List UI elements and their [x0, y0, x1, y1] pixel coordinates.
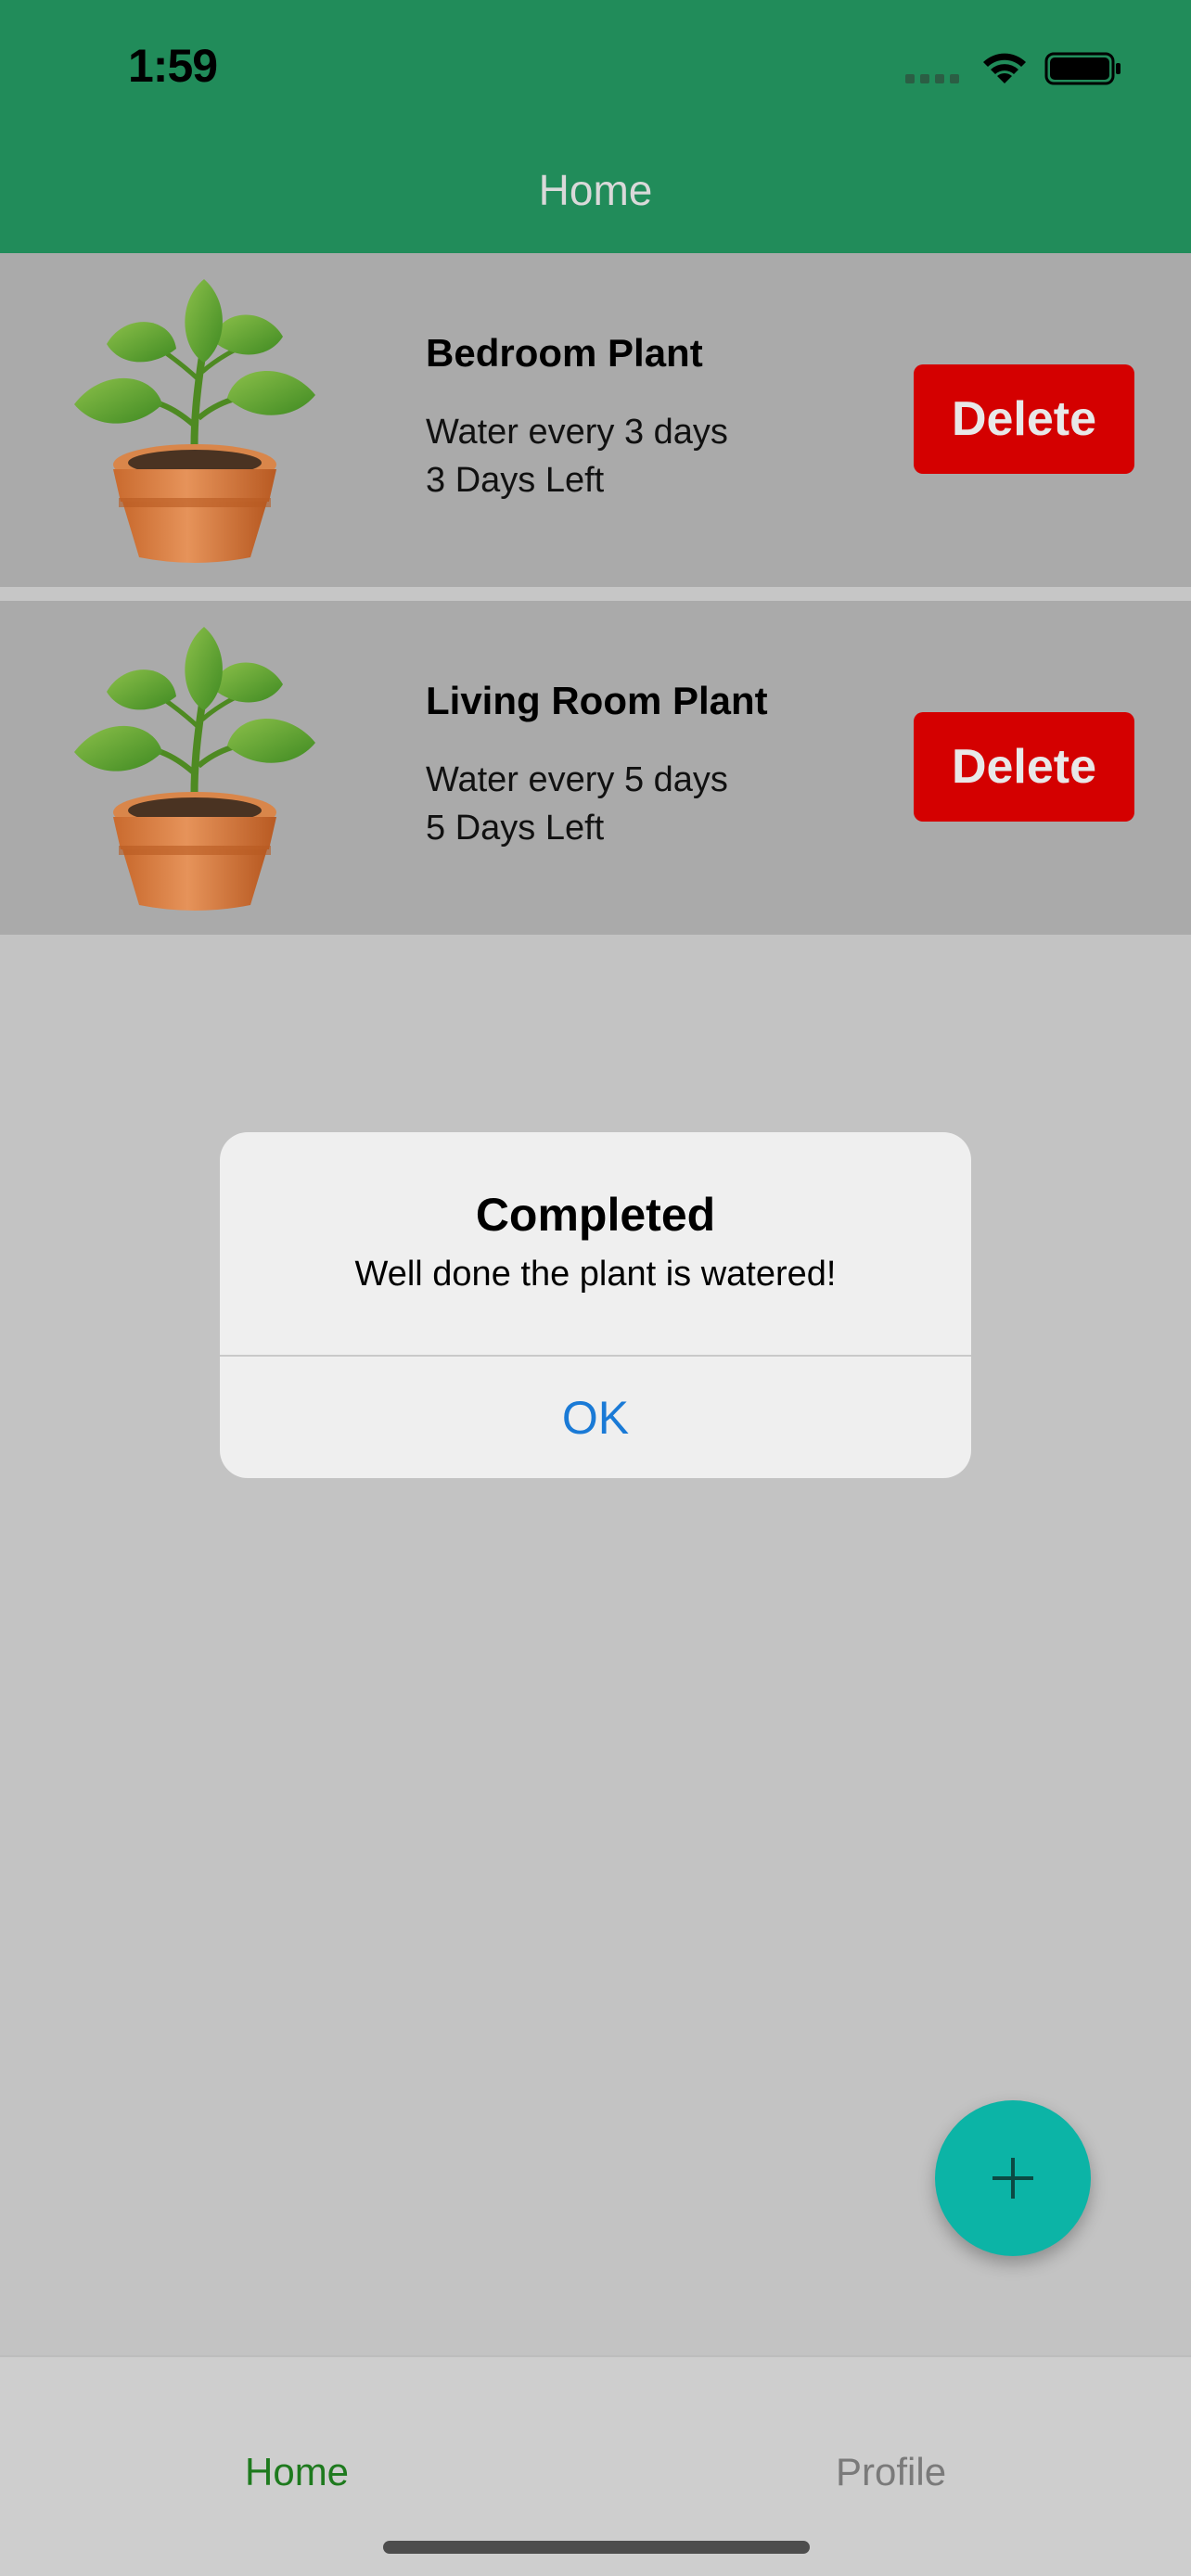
- plus-icon: [992, 2158, 1033, 2199]
- plant-name: Bedroom Plant: [426, 331, 703, 375]
- app-header: 1:59 Home: [0, 0, 1191, 253]
- add-plant-button[interactable]: [935, 2100, 1091, 2256]
- cellular-signal-icon: [905, 74, 963, 83]
- alert-message: Well done the plant is watered!: [354, 1255, 837, 1294]
- row-divider: [0, 587, 1191, 601]
- home-indicator: [383, 2541, 810, 2554]
- tab-profile[interactable]: Profile: [836, 2450, 946, 2494]
- delete-button[interactable]: Delete: [914, 364, 1134, 474]
- watering-frequency: Water every 5 days: [426, 760, 728, 799]
- alert-title: Completed: [475, 1189, 716, 1241]
- delete-button[interactable]: Delete: [914, 712, 1134, 822]
- completion-alert: Completed Well done the plant is watered…: [220, 1132, 971, 1478]
- plant-row[interactable]: Living Room Plant Water every 5 days 5 D…: [0, 601, 1191, 935]
- days-left: 3 Days Left: [426, 461, 605, 500]
- potted-plant-icon: [65, 627, 325, 914]
- watering-frequency: Water every 3 days: [426, 413, 728, 452]
- alert-ok-button[interactable]: OK: [220, 1357, 971, 1478]
- battery-icon: [1044, 52, 1121, 85]
- page-title: Home: [538, 166, 653, 214]
- days-left: 5 Days Left: [426, 809, 605, 848]
- plant-row[interactable]: Bedroom Plant Water every 3 days 3 Days …: [0, 253, 1191, 587]
- plant-name: Living Room Plant: [426, 679, 768, 722]
- status-time: 1:59: [128, 40, 218, 92]
- tab-home[interactable]: Home: [245, 2450, 349, 2494]
- wifi-icon: [983, 53, 1026, 83]
- potted-plant-icon: [65, 279, 325, 567]
